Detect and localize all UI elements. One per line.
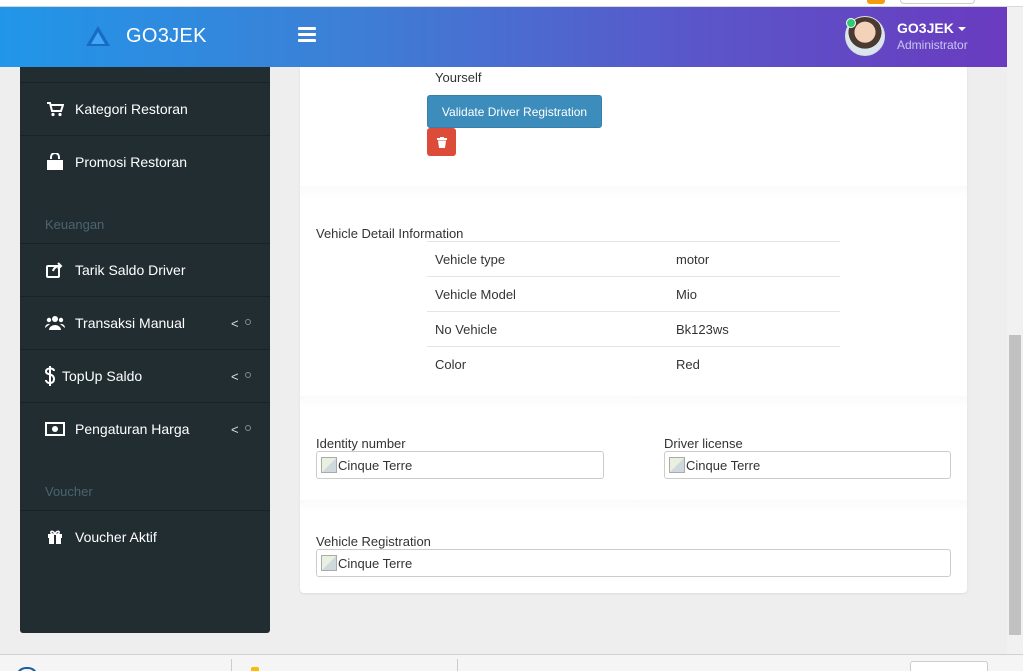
section-divider <box>300 186 967 198</box>
sidebar-item-label: Transaksi Manual <box>75 315 185 331</box>
gift-icon <box>45 528 65 546</box>
dollar-icon <box>42 366 58 386</box>
user-role: Administrator <box>897 38 968 52</box>
driver-license-image[interactable]: Cinque Terre <box>664 451 951 479</box>
users-icon <box>45 314 65 332</box>
sidebar-item-tarik-saldo-driver[interactable]: Tarik Saldo Driver <box>20 243 270 296</box>
scrollbar-thumb[interactable] <box>1009 335 1021 635</box>
bottom-taskbar <box>0 654 1023 671</box>
taskbar-app-icon[interactable] <box>16 667 38 671</box>
circle-icon <box>245 319 251 325</box>
browser-app-icon[interactable] <box>251 667 259 671</box>
table-row: Vehicle type motor <box>427 241 840 277</box>
identity-number-label: Identity number <box>316 436 406 451</box>
browser-top-strip <box>0 0 1023 7</box>
browser-extension-icon[interactable] <box>867 0 885 4</box>
trash-icon <box>436 136 447 148</box>
page-scrollbar[interactable] <box>1007 7 1023 654</box>
vehicle-registration-image[interactable]: Cinque Terre <box>316 549 951 577</box>
validate-driver-button[interactable]: Validate Driver Registration <box>427 95 602 128</box>
avatar[interactable] <box>845 16 885 56</box>
sidebar-item-label: Promosi Restoran <box>75 154 188 170</box>
broken-image-icon <box>321 457 337 473</box>
brand-logo[interactable]: GO3JEK <box>84 21 207 51</box>
sidebar: Kategori Restoran Promosi Restoran Keuan… <box>20 67 270 633</box>
sidebar-item-topup-saldo[interactable]: TopUp Saldo < <box>20 349 270 402</box>
sidebar-item-kategori-restoran[interactable]: Kategori Restoran <box>20 82 270 135</box>
sidebar-item-label: TopUp Saldo <box>62 368 143 384</box>
sidebar-item-label: Tarik Saldo Driver <box>75 262 186 278</box>
identity-image[interactable]: Cinque Terre <box>316 451 604 479</box>
vehicle-type-label: Vehicle type <box>427 241 676 277</box>
section-divider <box>300 396 967 408</box>
vehicle-registration-label: Vehicle Registration <box>316 534 431 549</box>
sidebar-section-keuangan: Keuangan <box>45 217 105 232</box>
vehicle-section-title: Vehicle Detail Information <box>316 226 464 241</box>
vehicle-color-value: Red <box>676 346 840 382</box>
sidebar-item-pengaturan-harga[interactable]: Pengaturan Harga < <box>20 402 270 455</box>
caret-down-icon <box>957 27 966 32</box>
sidebar-item-promosi-restoran[interactable]: Promosi Restoran <box>20 135 270 188</box>
broken-image-icon <box>321 555 337 571</box>
taskbar-separator <box>457 659 458 671</box>
chevron-left-icon: < <box>231 316 239 331</box>
sidebar-section-voucher: Voucher <box>45 484 93 499</box>
identity-image-alt: Cinque Terre <box>338 457 413 473</box>
sidebar-item-label: Kategori Restoran <box>75 101 188 117</box>
circle-icon <box>245 425 251 431</box>
vehicle-model-value: Mio <box>676 276 840 312</box>
vehicle-detail-table: Vehicle type motor Vehicle Model Mio No … <box>427 241 840 382</box>
brand-name: GO3JEK <box>126 24 207 47</box>
taskbar-separator <box>231 659 232 671</box>
money-bill-icon <box>45 420 65 438</box>
table-row: Color Red <box>427 346 840 382</box>
chevron-left-icon: < <box>231 422 239 437</box>
sidebar-item-label: Voucher Aktif <box>75 529 157 545</box>
user-name[interactable]: GO3JEK <box>897 19 968 37</box>
vehicle-number-value: Bk123ws <box>676 311 840 347</box>
sidebar-item-voucher-aktif[interactable]: Voucher Aktif <box>20 510 270 563</box>
cart-icon <box>45 100 65 118</box>
user-menu[interactable]: GO3JEK Administrator <box>845 16 968 56</box>
vehicle-model-label: Vehicle Model <box>427 276 676 312</box>
driver-license-image-alt: Cinque Terre <box>686 457 761 473</box>
table-row: Vehicle Model Mio <box>427 276 840 312</box>
vehicle-number-label: No Vehicle <box>427 311 676 347</box>
vehicle-type-value: motor <box>676 241 840 277</box>
online-status-dot <box>846 18 856 28</box>
browser-top-control[interactable] <box>900 0 975 4</box>
share-square-icon <box>45 261 65 279</box>
vehicle-color-label: Color <box>427 346 676 382</box>
table-row: No Vehicle Bk123ws <box>427 311 840 347</box>
taskbar-button[interactable] <box>910 661 988 671</box>
sidebar-item-transaksi-manual[interactable]: Transaksi Manual < <box>20 296 270 349</box>
sidebar-item-label: Pengaturan Harga <box>75 421 190 437</box>
chevron-left-icon: < <box>231 369 239 384</box>
vehicle-registration-image-alt: Cinque Terre <box>338 555 413 571</box>
broken-image-icon <box>669 457 685 473</box>
shopping-bag-icon <box>45 153 65 171</box>
logo-icon <box>86 26 110 46</box>
driver-license-label: Driver license <box>664 436 743 451</box>
top-navbar: GO3JEK GO3JEK Administrator <box>0 7 1007 67</box>
yourself-text: Yourself <box>435 70 482 85</box>
hamburger-icon[interactable] <box>298 27 316 43</box>
delete-button[interactable] <box>427 128 456 156</box>
section-divider <box>300 500 967 512</box>
circle-icon <box>245 372 251 378</box>
